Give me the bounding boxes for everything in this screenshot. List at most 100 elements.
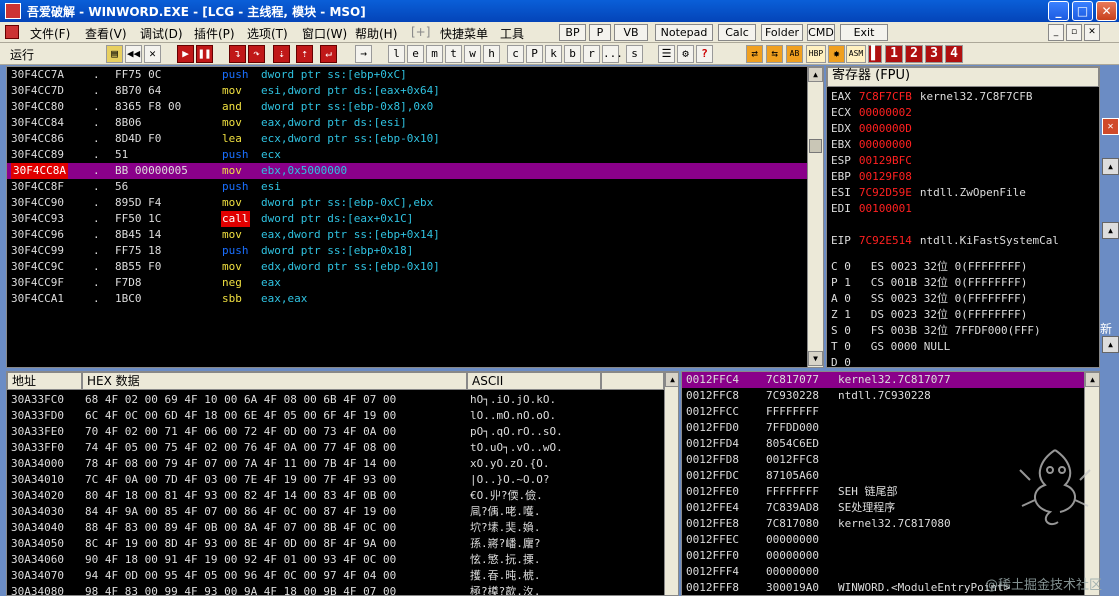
tb-r[interactable]: r [583, 45, 600, 63]
flag-line[interactable]: T 0 GS 0000 NULL [831, 339, 950, 355]
register-line[interactable]: EBP 00129F08 [831, 169, 920, 185]
bar-icon[interactable]: ▌ [868, 45, 882, 63]
menu-debug[interactable]: 调试(D) [140, 25, 183, 42]
dump-row[interactable]: 30A33FC0 68 4F 02 00 69 4F 10 00 6A 4F 08… [7, 392, 664, 408]
goto-icon[interactable]: → [355, 45, 372, 63]
register-line[interactable]: ECX 00000002 [831, 105, 920, 121]
dump-row[interactable]: 30A34040 88 4F 83 00 89 4F 0B 00 8A 4F 07… [7, 520, 664, 536]
edge-arrow3-icon[interactable]: ▲ [1102, 336, 1119, 353]
menu-options[interactable]: 选项(T) [247, 25, 288, 42]
scroll-thumb[interactable] [809, 139, 822, 153]
dump-row[interactable]: 30A34070 94 4F 0D 00 95 4F 05 00 96 4F 0C… [7, 568, 664, 584]
dump-row[interactable]: 30A34050 8C 4F 19 00 8D 4F 93 00 8E 4F 0D… [7, 536, 664, 552]
run-icon[interactable]: ▶ [177, 45, 194, 63]
stack-scroll-up-icon[interactable]: ▲ [1085, 372, 1099, 387]
folder-button[interactable]: Folder [761, 24, 803, 41]
plugin2-icon[interactable]: ⇆ [766, 45, 783, 63]
open-icon[interactable]: ▤ [106, 45, 123, 63]
flag-line[interactable]: D 0 [831, 355, 851, 367]
edge-arrow2-icon[interactable]: ▲ [1102, 222, 1119, 239]
edge-arrow-icon[interactable]: ▲ [1102, 158, 1119, 175]
tb-e[interactable]: e [407, 45, 424, 63]
tb-l[interactable]: l [388, 45, 405, 63]
disasm-row[interactable]: 30F4CC84. 8B06 mov eax,dword ptr ds:[esi] [7, 115, 807, 131]
stack-row[interactable]: 0012FFC8 7C930228 ntdll.7C930228 [682, 388, 1084, 404]
flag-line[interactable]: C 0 ES 0023 32位 0(FFFFFFFF) [831, 259, 1027, 275]
trace-over-icon[interactable]: ⇡ [296, 45, 313, 63]
mdi-minimize-button[interactable]: _ [1048, 24, 1064, 41]
register-line[interactable]: ESP 00129BFC [831, 153, 920, 169]
calc-button[interactable]: Calc [718, 24, 756, 41]
menu-view[interactable]: 查看(V) [85, 25, 127, 42]
help-icon[interactable]: ? [696, 45, 713, 63]
dump-scroll-up-icon[interactable]: ▲ [665, 372, 678, 387]
hbp-button[interactable]: HBP [806, 45, 826, 63]
pause-icon[interactable]: ❚❚ [196, 45, 213, 63]
num-button-3[interactable]: 3 [925, 45, 943, 63]
dump-row[interactable]: 30A34000 78 4F 08 00 79 4F 07 00 7A 4F 11… [7, 456, 664, 472]
tb-t[interactable]: t [445, 45, 462, 63]
exit-button[interactable]: Exit [840, 24, 888, 41]
menu-plus[interactable]: [+] [411, 25, 430, 39]
bp-button[interactable]: BP [559, 24, 586, 41]
stack-row[interactable]: 0012FFF0 00000000 [682, 548, 1084, 564]
layout-icon[interactable]: ☰ [658, 45, 675, 63]
close-button[interactable]: ✕ [1096, 1, 1117, 21]
dump-row[interactable]: 30A33FF0 74 4F 05 00 75 4F 02 00 76 4F 0A… [7, 440, 664, 456]
restart-icon[interactable]: ◀◀ [125, 45, 142, 63]
disasm-row[interactable]: 30F4CC89. 51 push ecx [7, 147, 807, 163]
scroll-up-icon[interactable]: ▲ [808, 67, 823, 82]
execute-till-return-icon[interactable]: ↵ [320, 45, 337, 63]
dump-row[interactable]: 30A34030 84 4F 9A 00 85 4F 07 00 86 4F 0C… [7, 504, 664, 520]
tb-k[interactable]: k [545, 45, 562, 63]
disasm-row[interactable]: 30F4CC80. 8365 F8 00 and dword ptr ss:[ebp-… [7, 99, 807, 115]
cmd-button[interactable]: CMD [807, 24, 835, 41]
mdi-close-button[interactable]: ✕ [1084, 24, 1100, 41]
flag-line[interactable]: Z 1 DS 0023 32位 0(FFFFFFFF) [831, 307, 1027, 323]
stack-row[interactable]: 0012FFC4 7C817077 kernel32.7C817077 [682, 372, 1084, 388]
dump-header-hex[interactable]: HEX 数据 [82, 372, 467, 390]
tb-c[interactable]: c [507, 45, 524, 63]
disasm-row[interactable]: 30F4CC93. FF50 1C call dword ptr ds:[eax+0x… [7, 211, 807, 227]
disasm-row[interactable]: 30F4CC8A. BB 00000005 mov ebx,0x5000000 [7, 163, 807, 179]
dump-row[interactable]: 30A34020 80 4F 18 00 81 4F 93 00 82 4F 14… [7, 488, 664, 504]
tb-b[interactable]: b [564, 45, 581, 63]
disasm-row[interactable]: 30F4CC7A. FF75 0C push dword ptr ss:[ebp+0x… [7, 67, 807, 83]
disasm-scrollbar[interactable]: ▲ ▼ [807, 67, 823, 367]
mdi-restore-button[interactable]: ▫ [1066, 24, 1082, 41]
num-button-2[interactable]: 2 [905, 45, 923, 63]
menu-window[interactable]: 窗口(W) [302, 25, 347, 42]
trace-into-icon[interactable]: ⇣ [273, 45, 290, 63]
disasm-row[interactable]: 30F4CC96. 8B45 14 mov eax,dword ptr ss:[ebp… [7, 227, 807, 243]
register-line-eip[interactable]: EIP 7C92E514 ntdll.KiFastSystemCal [831, 233, 1059, 249]
tb-dots[interactable]: ... [602, 45, 623, 63]
minimize-button[interactable]: _ [1048, 1, 1069, 21]
flag-line[interactable]: A 0 SS 0023 32位 0(FFFFFFFF) [831, 291, 1027, 307]
stack-row[interactable]: 0012FFD0 7FFDD000 [682, 420, 1084, 436]
dump-header-ascii[interactable]: ASCII [467, 372, 601, 390]
scroll-down-icon[interactable]: ▼ [808, 351, 823, 366]
settings-icon[interactable]: ⚙ [677, 45, 694, 63]
num-button-4[interactable]: 4 [945, 45, 963, 63]
flag-line[interactable]: S 0 FS 003B 32位 7FFDF000(FFF) [831, 323, 1041, 339]
maximize-button[interactable]: □ [1072, 1, 1093, 21]
num-button-1[interactable]: 1 [885, 45, 903, 63]
dump-row[interactable]: 30A34010 7C 4F 0A 00 7D 4F 03 00 7E 4F 19… [7, 472, 664, 488]
step-into-icon[interactable]: ↴ [229, 45, 246, 63]
plugin3-icon[interactable]: AB [786, 45, 803, 63]
disasm-row[interactable]: 30F4CC9C. 8B55 F0 mov edx,dword ptr ss:[ebp… [7, 259, 807, 275]
register-line[interactable]: EDI 00100001 [831, 201, 920, 217]
register-line[interactable]: EBX 00000000 [831, 137, 920, 153]
menu-file[interactable]: 文件(F) [30, 25, 70, 42]
dump-row[interactable]: 30A34080 98 4F 83 00 99 4F 93 00 9A 4F 18… [7, 584, 664, 595]
disasm-row[interactable]: 30F4CC8F. 56 push esi [7, 179, 807, 195]
register-line[interactable]: EAX 7C8F7CFB kernel32.7C8F7CFB [831, 89, 1032, 105]
dump-scrollbar[interactable]: ▲ [664, 372, 678, 595]
disasm-row[interactable]: 30F4CC90. 895D F4 mov dword ptr ss:[ebp-0xC… [7, 195, 807, 211]
menu-help[interactable]: 帮助(H) [355, 25, 397, 42]
register-line[interactable]: EDX 0000000D [831, 121, 920, 137]
stack-row[interactable]: 0012FFEC 00000000 [682, 532, 1084, 548]
tb-m[interactable]: m [426, 45, 443, 63]
menu-plugins[interactable]: 插件(P) [194, 25, 235, 42]
dump-row[interactable]: 30A34060 90 4F 18 00 91 4F 19 00 92 4F 01… [7, 552, 664, 568]
